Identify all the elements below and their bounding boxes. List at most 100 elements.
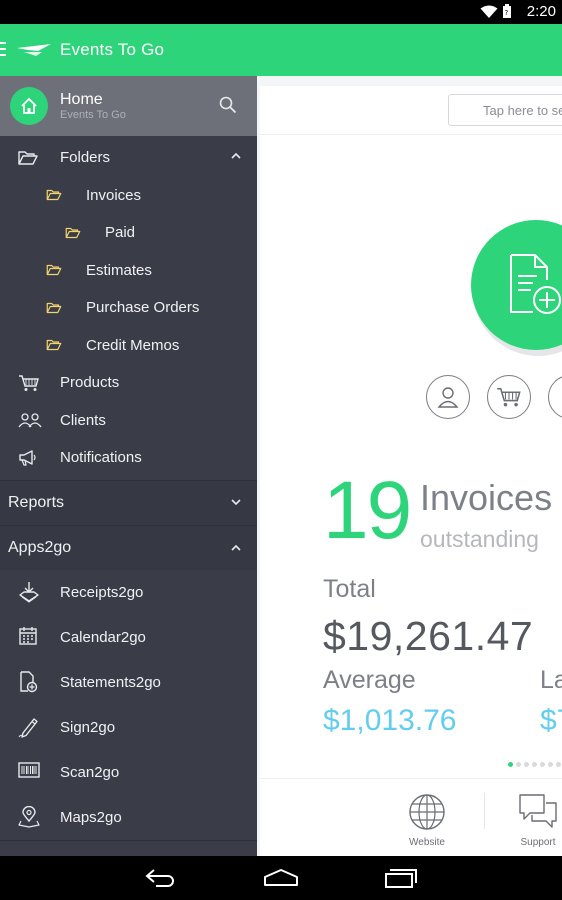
receipt-tray-icon <box>19 581 39 603</box>
calendar-icon <box>19 626 37 645</box>
invoice-count-sublabel: outstanding <box>420 526 539 552</box>
page-indicator <box>508 762 562 767</box>
sidebar-item-partial[interactable] <box>0 839 257 857</box>
folder-open-icon <box>46 302 62 314</box>
sidebar-item-label: Statements2go <box>60 673 161 691</box>
average-label: Average <box>323 666 416 694</box>
website-button[interactable]: Website <box>408 793 446 848</box>
products-shortcut-button[interactable] <box>487 375 531 419</box>
page-dot <box>516 762 521 767</box>
sidebar-item-statements2go[interactable]: Statements2go <box>0 660 257 705</box>
globe-icon <box>409 794 445 830</box>
total-label: Total <box>323 575 376 603</box>
home-icon <box>10 87 48 125</box>
folder-open-icon <box>46 339 62 351</box>
search-input[interactable]: Tap here to se <box>448 94 562 126</box>
cart-icon <box>18 374 40 392</box>
website-label: Website <box>409 837 445 848</box>
sidebar-item-maps2go[interactable]: Maps2go <box>0 795 257 840</box>
sidebar-item-purchase-orders[interactable]: Purchase Orders <box>0 289 257 327</box>
person-icon <box>437 387 459 408</box>
sidebar-item-label: Credit Memos <box>86 336 180 354</box>
clients-shortcut-button[interactable] <box>426 375 470 419</box>
sidebar-item-folders[interactable]: Folders <box>0 139 257 177</box>
bottom-shortcuts: Website Support <box>260 778 562 856</box>
invoice-count: 19 <box>323 465 412 556</box>
main-content: Tap here to se 19 Invoices outstanding T… <box>257 76 562 856</box>
support-label: Support <box>520 837 556 848</box>
sidebar-item-notifications[interactable]: Notifications <box>0 439 257 477</box>
chevron-down-icon <box>231 498 241 505</box>
back-icon[interactable] <box>144 868 178 888</box>
sidebar-item-label: Folders <box>60 149 111 167</box>
sidebar-item-label: Invoices <box>86 186 142 204</box>
home-label: Home <box>60 91 103 108</box>
page-dot <box>556 762 561 767</box>
page-dot <box>532 762 537 767</box>
average-value: $1,013.76 <box>323 704 457 737</box>
sidebar-item-products[interactable]: Products <box>0 364 257 402</box>
invoice-count-label: Invoices <box>420 477 553 518</box>
sidebar-item-sign2go[interactable]: Sign2go <box>0 705 257 750</box>
sidebar-item-calendar2go[interactable]: Calendar2go <box>0 615 257 660</box>
document-add-icon <box>20 670 38 692</box>
sidebar-item-credit-memos[interactable]: Credit Memos <box>0 327 257 365</box>
sidebar-item-label: Maps2go <box>60 808 122 826</box>
sidebar-item-label: Scan2go <box>60 763 120 781</box>
folder-open-icon <box>65 227 81 239</box>
status-icons: ? <box>480 4 512 19</box>
sidebar-item-label: Sign2go <box>60 718 116 736</box>
search-icon[interactable] <box>219 96 237 114</box>
system-nav-bar <box>0 856 562 900</box>
chevron-up-icon <box>231 544 241 551</box>
page-dot <box>524 762 529 767</box>
pen-icon <box>18 717 38 738</box>
drawer-home-item[interactable]: Home Events To Go <box>0 76 257 136</box>
status-time: 2:20 <box>526 3 556 20</box>
navigation-drawer: Home Events To Go Folders Invoices Paid … <box>0 76 257 856</box>
svg-text:?: ? <box>505 9 509 17</box>
page-dot <box>548 762 553 767</box>
document-add-icon <box>510 254 561 314</box>
sidebar-item-invoices[interactable]: Invoices <box>0 177 257 215</box>
sidebar-item-paid[interactable]: Paid <box>0 214 257 252</box>
barcode-icon <box>18 761 40 778</box>
section-reports[interactable]: Reports <box>0 479 257 525</box>
sidebar-item-label: Estimates <box>86 261 152 279</box>
cart-icon <box>497 387 521 407</box>
chat-bubbles-icon <box>519 794 557 828</box>
sidebar-item-receipts2go[interactable]: Receipts2go <box>0 570 257 615</box>
page-dot <box>540 762 545 767</box>
last-label: La <box>540 666 562 694</box>
home-sublabel: Events To Go <box>60 109 126 121</box>
sidebar-item-label: Products <box>60 374 120 392</box>
new-invoice-button[interactable] <box>471 220 562 350</box>
sidebar-item-label: Clients <box>60 411 106 429</box>
page-dot <box>508 762 513 767</box>
more-shortcut-button[interactable] <box>548 375 562 419</box>
map-pin-icon <box>18 805 40 828</box>
app-logo-icon <box>17 44 51 56</box>
folder-open-icon <box>46 264 62 276</box>
sidebar-item-estimates[interactable]: Estimates <box>0 252 257 290</box>
sidebar-item-label: Paid <box>105 224 136 242</box>
sidebar-item-label: Receipts2go <box>60 583 144 601</box>
battery-icon: ? <box>503 4 511 18</box>
sidebar-item-clients[interactable]: Clients <box>0 402 257 440</box>
home-icon[interactable] <box>263 868 299 888</box>
support-button[interactable]: Support <box>518 793 558 848</box>
chevron-up-icon <box>231 152 241 159</box>
section-apps2go[interactable]: Apps2go <box>0 524 257 570</box>
folder-open-icon <box>18 150 38 166</box>
sidebar-item-scan2go[interactable]: Scan2go <box>0 750 257 795</box>
dashboard-card: Tap here to se 19 Invoices outstanding T… <box>260 86 562 856</box>
menu-icon[interactable] <box>0 42 6 58</box>
section-label: Apps2go <box>8 538 72 556</box>
recent-apps-icon[interactable] <box>384 868 418 888</box>
divider <box>260 134 562 135</box>
users-icon <box>18 412 42 428</box>
wifi-icon <box>480 5 498 18</box>
last-value: $7 <box>540 704 562 737</box>
megaphone-icon <box>18 450 38 466</box>
divider <box>484 793 485 829</box>
